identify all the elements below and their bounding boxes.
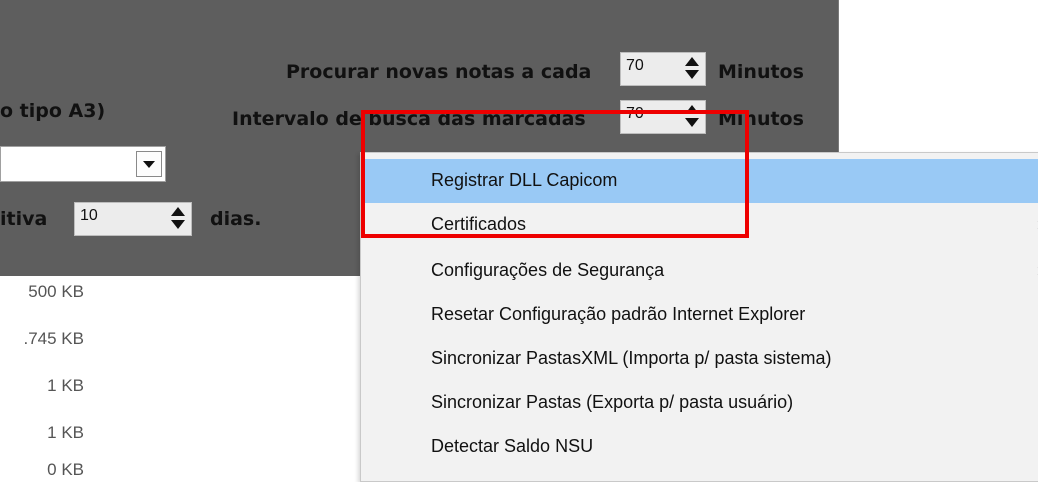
chevron-down-icon <box>143 161 155 168</box>
dropdown-button[interactable] <box>136 151 162 177</box>
file-size: 1 KB <box>47 423 84 442</box>
file-size: .745 KB <box>23 329 85 348</box>
menu-item-configuracoes-seguranca[interactable]: Configurações de Segurança › <box>365 249 1038 293</box>
retention-unit: dias. <box>210 208 262 230</box>
menu-item-certificados[interactable]: Certificados › <box>365 203 1038 247</box>
spinner-arrows-icon[interactable] <box>682 104 702 130</box>
retention-value[interactable]: 10 <box>80 207 98 225</box>
spinner-arrows-icon[interactable] <box>168 206 188 232</box>
file-size: 500 KB <box>28 282 84 301</box>
file-size: 0 KB <box>47 460 84 479</box>
marked-interval-label: Intervalo de busca das marcadas <box>232 108 586 130</box>
menu-item-label: Certificados <box>431 214 527 234</box>
search-interval-value[interactable]: 70 <box>626 57 644 75</box>
menu-item-sincronizar-importa[interactable]: Sincronizar PastasXML (Importa p/ pasta … <box>365 337 1038 381</box>
context-menu: Registrar DLL Capicom Certificados › Con… <box>360 152 1038 482</box>
marked-interval-value[interactable]: 70 <box>626 105 644 123</box>
menu-item-detectar-saldo[interactable]: Detectar Saldo NSU <box>365 425 1038 469</box>
menu-item-label: Detectar Saldo NSU <box>431 436 594 456</box>
search-interval-unit: Minutos <box>718 61 804 83</box>
menu-item-label: Registrar DLL Capicom <box>431 170 618 190</box>
cert-select[interactable] <box>0 146 166 182</box>
retention-label: itiva <box>0 208 48 230</box>
menu-item-label: Configurações de Segurança <box>431 260 665 280</box>
menu-item-sincronizar-exporta[interactable]: Sincronizar Pastas (Exporta p/ pasta usu… <box>365 381 1038 425</box>
search-interval-label: Procurar novas notas a cada <box>286 61 592 83</box>
retention-spinner[interactable]: 10 <box>74 202 192 236</box>
menu-item-label: Sincronizar PastasXML (Importa p/ pasta … <box>431 348 832 368</box>
spinner-arrows-icon[interactable] <box>682 56 702 82</box>
menu-item-registrar-dll[interactable]: Registrar DLL Capicom <box>365 159 1038 203</box>
menu-item-label: Resetar Configuração padrão Internet Exp… <box>431 304 806 324</box>
menu-item-label: Sincronizar Pastas (Exporta p/ pasta usu… <box>431 392 794 412</box>
marked-interval-unit: Minutos <box>718 108 804 130</box>
file-size: 1 KB <box>47 376 84 395</box>
search-interval-spinner[interactable]: 70 <box>620 52 706 86</box>
marked-interval-spinner[interactable]: 70 <box>620 100 706 134</box>
menu-item-resetar-config[interactable]: Resetar Configuração padrão Internet Exp… <box>365 293 1038 337</box>
cert-type-label: o tipo A3) <box>0 100 106 122</box>
